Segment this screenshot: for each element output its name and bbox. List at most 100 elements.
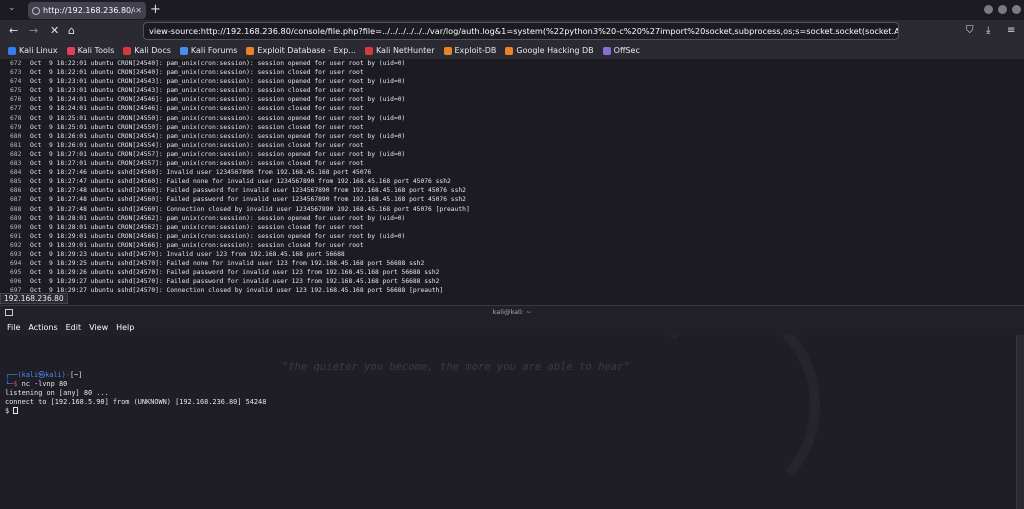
close-window-button[interactable] bbox=[1012, 5, 1021, 14]
line-number: 687 bbox=[10, 196, 22, 204]
home-button[interactable]: ⌂ bbox=[68, 23, 75, 39]
status-link-url: 192.168.236.80 bbox=[0, 293, 68, 304]
kali-logo-wallpaper bbox=[270, 335, 690, 349]
prompt-dir: [~] bbox=[70, 371, 83, 379]
line-number: 682 bbox=[10, 150, 22, 158]
line-number: 692 bbox=[10, 241, 22, 249]
bookmark-icon bbox=[123, 46, 132, 55]
stop-button[interactable]: ✕ bbox=[50, 23, 59, 39]
line-number: 695 bbox=[10, 269, 22, 277]
tab-console[interactable]: http://192.168.236.80/console ✕ bbox=[28, 2, 146, 19]
source-line: 678 Oct 9 18:25:01 ubuntu CRON[24550]: pa… bbox=[10, 114, 1024, 123]
bookmark-label: Kali Tools bbox=[77, 46, 115, 55]
pocket-icon[interactable]: ⛉ bbox=[966, 23, 974, 39]
line-number: 691 bbox=[10, 232, 22, 240]
line-text: Oct 9 18:27:47 ubuntu sshd[24560]: Faile… bbox=[30, 178, 451, 186]
shell-prompt: $ bbox=[5, 407, 14, 415]
line-number: 679 bbox=[10, 123, 22, 131]
source-line: 679 Oct 9 18:25:01 ubuntu CRON[24550]: pa… bbox=[10, 123, 1024, 132]
line-number: 678 bbox=[10, 114, 22, 122]
globe-icon bbox=[32, 6, 40, 15]
bookmark-icon bbox=[364, 46, 373, 55]
line-number: 694 bbox=[10, 260, 22, 268]
prompt-user: (kali㉿kali) bbox=[17, 371, 66, 379]
source-line: 675 Oct 9 18:23:01 ubuntu CRON[24543]: pa… bbox=[10, 86, 1024, 95]
bookmark-icon bbox=[8, 46, 16, 55]
source-line: 681 Oct 9 18:26:01 ubuntu CRON[24554]: pa… bbox=[10, 141, 1024, 150]
wallpaper-tagline: "the quieter you become, the more you ar… bbox=[282, 361, 630, 373]
line-text: Oct 9 18:27:01 ubuntu CRON[24557]: pam_u… bbox=[30, 160, 364, 168]
line-number: 677 bbox=[10, 105, 22, 113]
menu-actions[interactable]: Actions bbox=[28, 323, 57, 332]
bookmark-item[interactable]: Google Hacking DB bbox=[505, 46, 594, 55]
menu-help[interactable]: Help bbox=[116, 323, 134, 332]
bookmark-icon bbox=[246, 46, 255, 55]
line-text: Oct 9 18:28:01 ubuntu CRON[24562]: pam_u… bbox=[30, 214, 406, 222]
source-line: 682 Oct 9 18:27:01 ubuntu CRON[24557]: pa… bbox=[10, 150, 1024, 159]
line-number: 696 bbox=[10, 278, 22, 286]
close-tab-icon[interactable]: ✕ bbox=[135, 6, 142, 15]
url-bar[interactable]: view-source:http://192.168.236.80/consol… bbox=[143, 22, 899, 40]
line-text: Oct 9 18:24:01 ubuntu CRON[24546]: pam_u… bbox=[30, 96, 406, 104]
line-text: Oct 9 18:27:48 ubuntu sshd[24560]: Faile… bbox=[30, 187, 466, 195]
menu-file[interactable]: File bbox=[7, 323, 20, 332]
list-all-tabs-icon[interactable]: ⌄ bbox=[8, 3, 16, 13]
line-text: Oct 9 18:26:01 ubuntu CRON[24554]: pam_u… bbox=[30, 132, 406, 140]
bookmark-icon bbox=[66, 46, 75, 55]
line-text: Oct 9 18:27:48 ubuntu sshd[24560]: Conne… bbox=[30, 205, 470, 213]
source-line: 677 Oct 9 18:24:01 ubuntu CRON[24546]: pa… bbox=[10, 104, 1024, 113]
back-button[interactable]: ← bbox=[9, 23, 18, 39]
cursor bbox=[13, 407, 19, 414]
bookmark-item[interactable]: Kali Forums bbox=[179, 46, 238, 55]
bookmark-item[interactable]: Kali Tools bbox=[66, 46, 115, 55]
menu-view[interactable]: View bbox=[89, 323, 108, 332]
line-text: Oct 9 18:26:01 ubuntu CRON[24554]: pam_u… bbox=[30, 141, 364, 149]
new-tab-button[interactable]: + bbox=[150, 1, 161, 18]
source-line: 687 Oct 9 18:27:48 ubuntu sshd[24560]: Fa… bbox=[10, 195, 1024, 204]
bookmark-item[interactable]: Exploit-DB bbox=[443, 46, 497, 55]
bookmarks-toolbar: Kali Linux Kali Tools Kali Docs Kali Forums… bbox=[0, 42, 1024, 59]
bookmark-item[interactable]: OffSec bbox=[602, 46, 640, 55]
bookmark-item[interactable]: Exploit Database - Exp... bbox=[246, 46, 356, 55]
bookmark-item[interactable]: Kali NetHunter bbox=[364, 46, 435, 55]
forward-button[interactable]: → bbox=[29, 23, 38, 39]
terminal-menubar: File Actions Edit View Help bbox=[0, 319, 1024, 335]
line-text: Oct 9 18:29:26 ubuntu sshd[24570]: Faile… bbox=[30, 269, 440, 277]
source-line: 672 Oct 9 18:22:01 ubuntu CRON[24540]: pa… bbox=[10, 59, 1024, 68]
line-number: 693 bbox=[10, 250, 22, 258]
bookmark-item[interactable]: Kali Docs bbox=[123, 46, 171, 55]
bookmark-item[interactable]: Kali Linux bbox=[8, 46, 58, 55]
terminal-scrollbar[interactable] bbox=[1016, 335, 1024, 509]
menu-icon[interactable]: ≡ bbox=[1007, 23, 1015, 39]
source-line: 691 Oct 9 18:29:01 ubuntu CRON[24566]: pa… bbox=[10, 232, 1024, 241]
bookmark-label: Kali Linux bbox=[19, 46, 58, 55]
minimize-button[interactable] bbox=[984, 5, 993, 14]
line-number: 686 bbox=[10, 187, 22, 195]
bookmark-label: Exploit-DB bbox=[454, 46, 497, 55]
line-text: Oct 9 18:29:27 ubuntu sshd[24570]: Faile… bbox=[30, 278, 440, 286]
tab-bar: ⌄ http://192.168.236.80/console ✕ + bbox=[0, 0, 1024, 20]
browser-window: ⌄ http://192.168.236.80/console ✕ + ← → … bbox=[0, 0, 1024, 305]
source-line: 683 Oct 9 18:27:01 ubuntu CRON[24557]: pa… bbox=[10, 159, 1024, 168]
source-line: 689 Oct 9 18:28:01 ubuntu CRON[24562]: pa… bbox=[10, 214, 1024, 223]
source-line: 696 Oct 9 18:29:27 ubuntu sshd[24570]: Fa… bbox=[10, 277, 1024, 286]
source-line: 697 Oct 9 18:29:27 ubuntu sshd[24570]: Co… bbox=[10, 286, 1024, 295]
line-text: Oct 9 18:29:01 ubuntu CRON[24566]: pam_u… bbox=[30, 241, 364, 249]
line-text: Oct 9 18:22:01 ubuntu CRON[24540]: pam_u… bbox=[30, 60, 406, 67]
source-line: 680 Oct 9 18:26:01 ubuntu CRON[24554]: pa… bbox=[10, 132, 1024, 141]
bookmark-label: Kali Forums bbox=[190, 46, 238, 55]
bookmark-icon bbox=[602, 46, 611, 55]
kali-dragon-wallpaper bbox=[640, 335, 820, 505]
line-number: 685 bbox=[10, 178, 22, 186]
line-text: Oct 9 18:28:01 ubuntu CRON[24562]: pam_u… bbox=[30, 223, 364, 231]
terminal-body[interactable]: "the quieter you become, the more you ar… bbox=[0, 335, 1016, 509]
download-icon[interactable]: ⤓ bbox=[986, 23, 990, 39]
bookmark-label: Kali NetHunter bbox=[375, 46, 435, 55]
line-text: Oct 9 18:22:01 ubuntu CRON[24540]: pam_u… bbox=[30, 69, 364, 77]
line-text: Oct 9 18:25:01 ubuntu CRON[24550]: pam_u… bbox=[30, 114, 406, 122]
line-text: Oct 9 18:27:48 ubuntu sshd[24560]: Faile… bbox=[30, 196, 466, 204]
line-text: Oct 9 18:24:01 ubuntu CRON[24546]: pam_u… bbox=[30, 105, 364, 113]
source-line: 695 Oct 9 18:29:26 ubuntu sshd[24570]: Fa… bbox=[10, 268, 1024, 277]
menu-edit[interactable]: Edit bbox=[66, 323, 82, 332]
maximize-button[interactable] bbox=[998, 5, 1007, 14]
